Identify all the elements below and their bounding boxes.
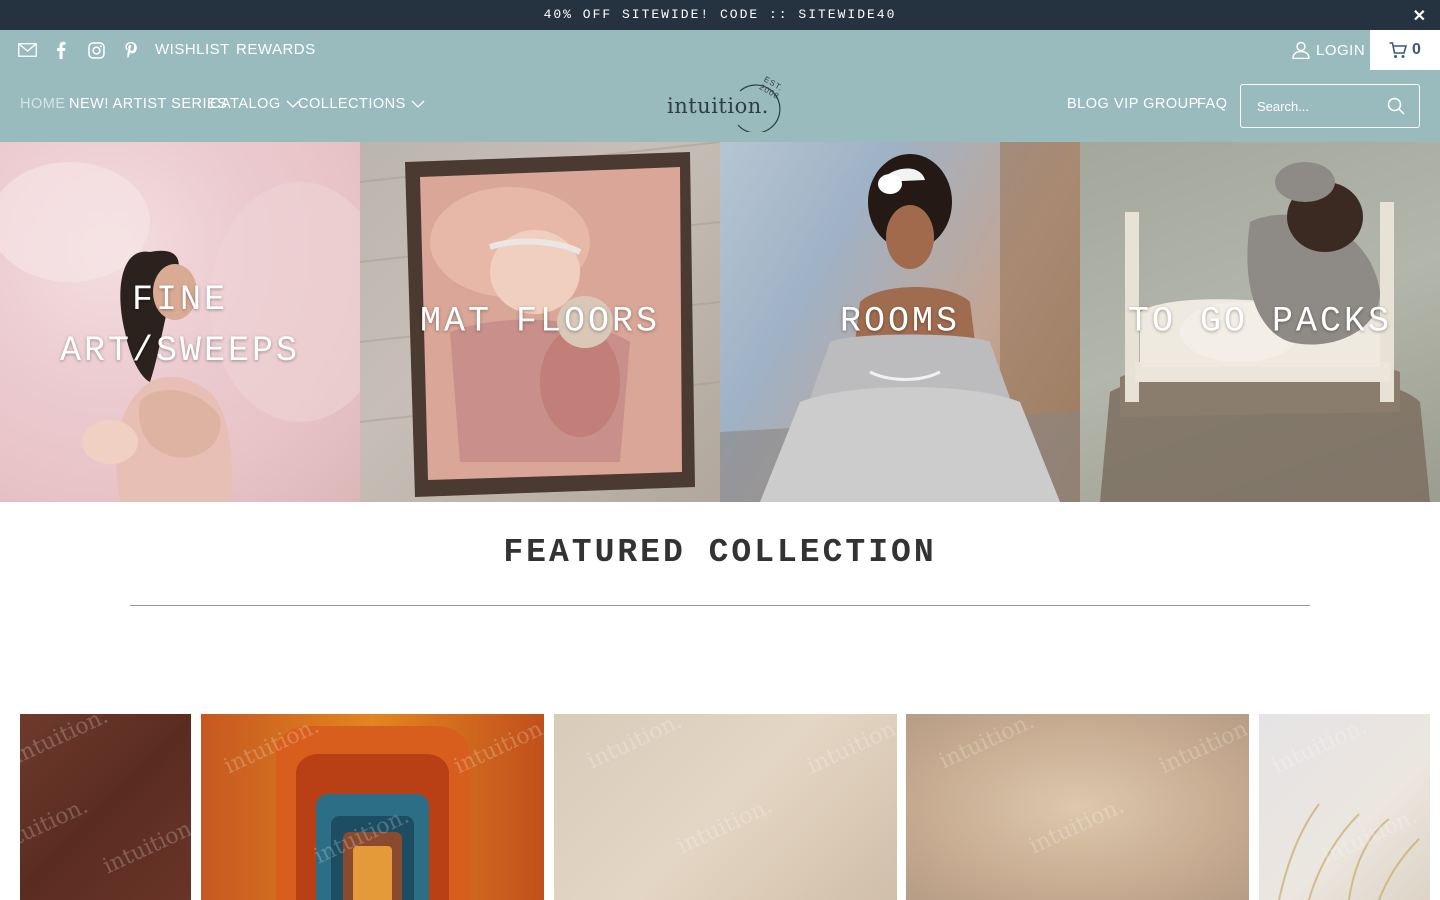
nav-blog-label: BLOG <box>1067 96 1110 112</box>
announcement-bar: 40% OFF SITEWIDE! CODE :: SITEWIDE40 ✕ <box>0 0 1440 30</box>
nav-collections-label: COLLECTIONS <box>298 96 406 112</box>
login-link[interactable]: LOGIN <box>1292 41 1365 59</box>
watermark-text: intuition. <box>20 793 93 860</box>
tile-label: MAT FLOORS <box>419 301 661 342</box>
cart-count: 0 <box>1412 41 1421 58</box>
nav-artist-series-label: NEW! ARTIST SERIES <box>69 96 228 112</box>
wishlist-link[interactable]: WISHLIST <box>155 41 230 58</box>
watermark-text: intuition. <box>935 714 1039 775</box>
nav-faq[interactable]: FAQ <box>1197 96 1228 112</box>
user-icon <box>1292 41 1310 59</box>
chevron-down-icon <box>411 100 425 108</box>
nav-catalog[interactable]: CATALOG <box>210 96 300 112</box>
tile-label: ROOMS <box>839 301 961 342</box>
cart-icon <box>1389 41 1408 58</box>
watermark-text: intuition. <box>673 793 777 860</box>
tile-to-go-packs[interactable]: TO GO PACKS <box>1080 142 1440 502</box>
nav-collections[interactable]: COLLECTIONS <box>298 96 425 112</box>
top-utility-bar: WISHLIST REWARDS LOGIN 0 <box>0 30 1440 70</box>
tile-label: FINE ART/SWEEPS <box>59 280 301 372</box>
cart-button[interactable]: 0 <box>1370 30 1440 70</box>
nav-artist-series[interactable]: NEW! ARTIST SERIES <box>69 96 227 112</box>
announcement-text: 40% OFF SITEWIDE! CODE :: SITEWIDE40 <box>543 7 897 22</box>
tile-mat-floors[interactable]: MAT FLOORS <box>360 142 720 502</box>
watermark-text: intuition. <box>803 714 897 780</box>
watermark-text: intuition. <box>583 714 687 775</box>
search-icon[interactable] <box>1387 97 1405 115</box>
watermark-text: intuition. <box>1025 793 1129 860</box>
nav-home[interactable]: HOME <box>20 96 66 112</box>
watermark-text: intuition. <box>20 714 113 770</box>
nav-vip-group-label: VIP GROUP <box>1114 96 1199 112</box>
tile-rooms[interactable]: ROOMS <box>720 142 1080 502</box>
search-box <box>1240 84 1420 128</box>
tile-label: TO GO PACKS <box>1127 301 1393 342</box>
product-carousel: intuition. intuition. intuition. intuiti… <box>20 714 1430 900</box>
facebook-icon[interactable] <box>51 40 71 60</box>
nav-faq-label: FAQ <box>1197 96 1228 112</box>
watermark-text: intuition. <box>1155 714 1249 780</box>
section-title: FEATURED COLLECTION <box>503 534 937 571</box>
rewards-link[interactable]: REWARDS <box>236 41 316 58</box>
product-card[interactable]: intuition. intuition. intuition. <box>201 714 544 900</box>
nav-home-label: HOME <box>20 96 66 112</box>
pinterest-icon[interactable] <box>121 40 141 60</box>
main-navigation: HOME NEW! ARTIST SERIES CATALOG COLLECTI… <box>0 70 1440 142</box>
product-card[interactable]: intuition. intuition. intuition. <box>554 714 897 900</box>
instagram-icon[interactable] <box>86 40 106 60</box>
search-input[interactable] <box>1241 85 1381 127</box>
login-label: LOGIN <box>1316 41 1366 59</box>
mail-icon[interactable] <box>17 40 37 60</box>
product-card[interactable]: intuition. intuition. <box>1259 714 1430 900</box>
category-tiles: FINE ART/SWEEPS MAT FLOORS ROOMS TO GO P… <box>0 142 1440 502</box>
section-divider <box>130 605 1310 606</box>
product-card[interactable]: intuition. intuition. intuition. <box>20 714 191 900</box>
nav-catalog-label: CATALOG <box>210 96 281 112</box>
close-icon[interactable]: ✕ <box>1413 6 1426 26</box>
watermark-text: intuition. <box>99 813 191 880</box>
nav-vip-group[interactable]: VIP GROUP <box>1114 96 1199 112</box>
site-logo[interactable]: intuition. EST. 2008 <box>664 75 794 132</box>
product-card[interactable]: intuition. intuition. intuition. <box>906 714 1249 900</box>
tile-fine-art-sweeps[interactable]: FINE ART/SWEEPS <box>0 142 360 502</box>
logo-wordmark: intuition. <box>667 94 769 118</box>
nav-blog[interactable]: BLOG <box>1067 96 1109 112</box>
